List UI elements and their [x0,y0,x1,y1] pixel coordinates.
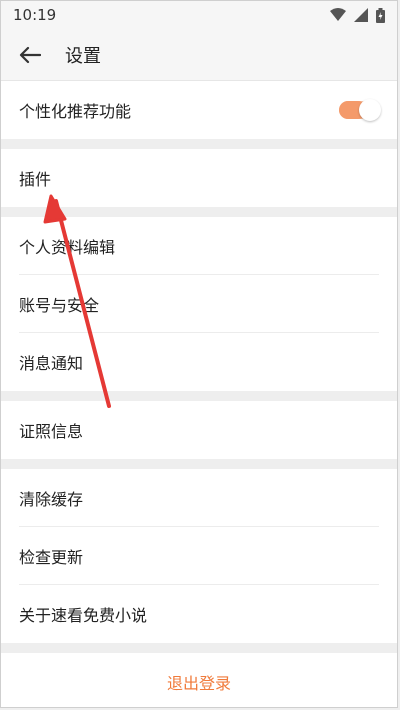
section-gap [1,207,397,217]
setting-profile-edit[interactable]: 个人资料编辑 [1,217,397,275]
back-button[interactable] [19,40,49,70]
setting-label: 检查更新 [19,548,84,567]
setting-plugins[interactable]: 插件 [1,149,397,207]
setting-label: 插件 [19,170,52,189]
section-gap [1,459,397,469]
setting-personalized-recommendation: 个性化推荐功能 [1,81,397,139]
setting-notifications[interactable]: 消息通知 [1,333,397,391]
setting-license-info[interactable]: 证照信息 [1,401,397,459]
section-gap [1,139,397,149]
toggle-knob [359,99,381,121]
section-gap [1,643,397,653]
page-title: 设置 [65,45,101,67]
setting-label: 消息通知 [19,354,84,373]
setting-label: 清除缓存 [19,490,84,509]
setting-label: 证照信息 [19,422,84,441]
setting-clear-cache[interactable]: 清除缓存 [1,469,397,527]
signal-icon [354,8,368,22]
setting-account-security[interactable]: 账号与安全 [1,275,397,333]
status-icons [330,7,385,23]
settings-section-4: 证照信息 [1,401,397,459]
setting-label: 个人资料编辑 [19,238,116,257]
logout-button[interactable]: 退出登录 [1,653,397,707]
setting-label: 关于速看免费小说 [19,606,148,625]
battery-icon [376,7,385,23]
setting-label: 账号与安全 [19,296,100,315]
settings-section-2: 插件 [1,149,397,207]
wifi-icon [330,8,346,21]
setting-about[interactable]: 关于速看免费小说 [1,585,397,643]
settings-section-1: 个性化推荐功能 [1,81,397,139]
section-gap [1,391,397,401]
settings-section-5: 清除缓存 检查更新 关于速看免费小说 [1,469,397,643]
screen: 10:19 设置 个性化推荐功能 插件 个人资料编辑 账号与安全 消息通知 证照… [0,0,398,708]
status-bar: 10:19 [1,1,397,29]
setting-check-update[interactable]: 检查更新 [1,527,397,585]
settings-section-3: 个人资料编辑 账号与安全 消息通知 [1,217,397,391]
status-time: 10:19 [13,6,57,24]
app-bar: 设置 [1,29,397,81]
back-arrow-icon [19,46,41,63]
setting-label: 个性化推荐功能 [19,102,132,121]
recommendation-toggle[interactable] [339,99,381,121]
